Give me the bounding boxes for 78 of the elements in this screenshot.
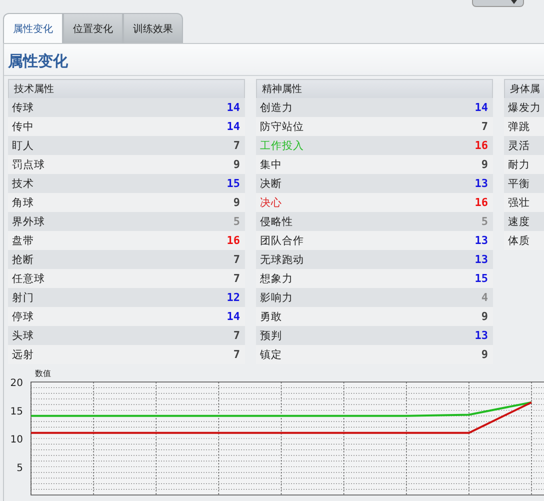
attribute-label: 集中 [260,158,282,172]
attribute-value: 13 [474,253,488,266]
tab[interactable]: 属性变化 [3,13,63,43]
attribute-value: 14 [474,101,488,114]
tab[interactable]: 位置变化 [63,13,123,43]
attribute-value: 9 [233,196,240,209]
attribute-label: 射门 [12,290,34,304]
attribute-value: 12 [226,291,240,304]
group-header: 身体属 [504,79,544,98]
attribute-label: 平衡 [508,176,530,190]
attribute-label: 罚点球 [12,158,45,172]
attribute-label: 角球 [12,196,34,210]
attribute-label: 远射 [12,348,34,362]
y-tick-label: 5 [16,462,23,474]
attribute-label: 传球 [12,100,34,114]
attribute-label: 体质 [508,234,530,248]
attribute-value: 14 [226,310,240,323]
attribute-value: 7 [233,329,240,342]
attribute-label: 速度 [508,214,530,228]
attribute-label: 盘带 [12,234,34,248]
attribute-label: 弹跳 [508,120,530,134]
attribute-label: 决心 [260,196,282,210]
attribute-label: 停球 [12,310,34,324]
attribute-label: 头球 [12,328,34,342]
attribute-label: 技术 [12,176,34,190]
attribute-value: 7 [233,253,240,266]
attribute-label: 任意球 [12,272,45,286]
attribute-value: 7 [233,139,240,152]
attribute-value: 15 [226,177,240,190]
attribute-label: 影响力 [260,290,293,304]
y-tick-label: 15 [10,406,23,418]
section-title: 属性变化 [4,44,544,76]
attribute-value: 14 [226,101,240,114]
attribute-label: 勇敢 [260,310,282,324]
attribute-label: 耐力 [508,158,530,172]
attribute-label: 侵略性 [260,214,293,228]
attribute-value: 9 [233,158,240,171]
attribute-label: 防守站位 [260,120,304,134]
attribute-label: 想象力 [260,272,293,286]
attribute-value: 4 [481,291,488,304]
attribute-value: 16 [474,196,488,209]
attribute-value: 9 [481,348,488,361]
attribute-label: 决断 [260,176,282,190]
toolbar-button[interactable] [472,0,524,7]
attribute-value: 5 [481,215,488,228]
attribute-value: 5 [233,215,240,228]
attribute-value: 13 [474,177,488,190]
attribute-label: 界外球 [12,214,45,228]
attribute-label: 盯人 [12,138,34,152]
attribute-label: 预判 [260,328,282,342]
attribute-label: 灵活 [508,138,530,152]
attribute-value: 13 [474,234,488,247]
y-tick-label: 20 [10,378,23,389]
attribute-value: 9 [481,310,488,323]
attribute-label: 团队合作 [260,234,304,248]
attribute-value: 16 [474,139,488,152]
y-tick-label: 10 [10,434,23,446]
attribute-label: 爆发力 [508,100,541,114]
attribute-value: 14 [226,120,240,133]
attribute-label: 工作投入 [260,138,304,152]
attribute-label: 强壮 [508,196,530,210]
attribute-value: 15 [474,272,488,285]
attribute-value: 7 [233,272,240,285]
attribute-label: 无球跑动 [260,252,304,266]
attribute-label: 抢断 [12,252,34,266]
attribute-value: 9 [481,158,488,171]
attribute-label: 镇定 [260,348,282,362]
attribute-value: 13 [474,329,488,342]
caret-icon [511,0,517,4]
attribute-label: 传中 [12,120,34,134]
y-axis-label: 数值 [35,369,51,378]
group-header: 技术属性 [8,79,245,98]
group-header: 精神属性 [256,79,493,98]
attribute-label: 创造力 [260,100,293,114]
attribute-value: 16 [226,234,240,247]
tab[interactable]: 训练效果 [123,13,183,43]
attribute-value: 7 [233,348,240,361]
attribute-value: 7 [481,120,488,133]
